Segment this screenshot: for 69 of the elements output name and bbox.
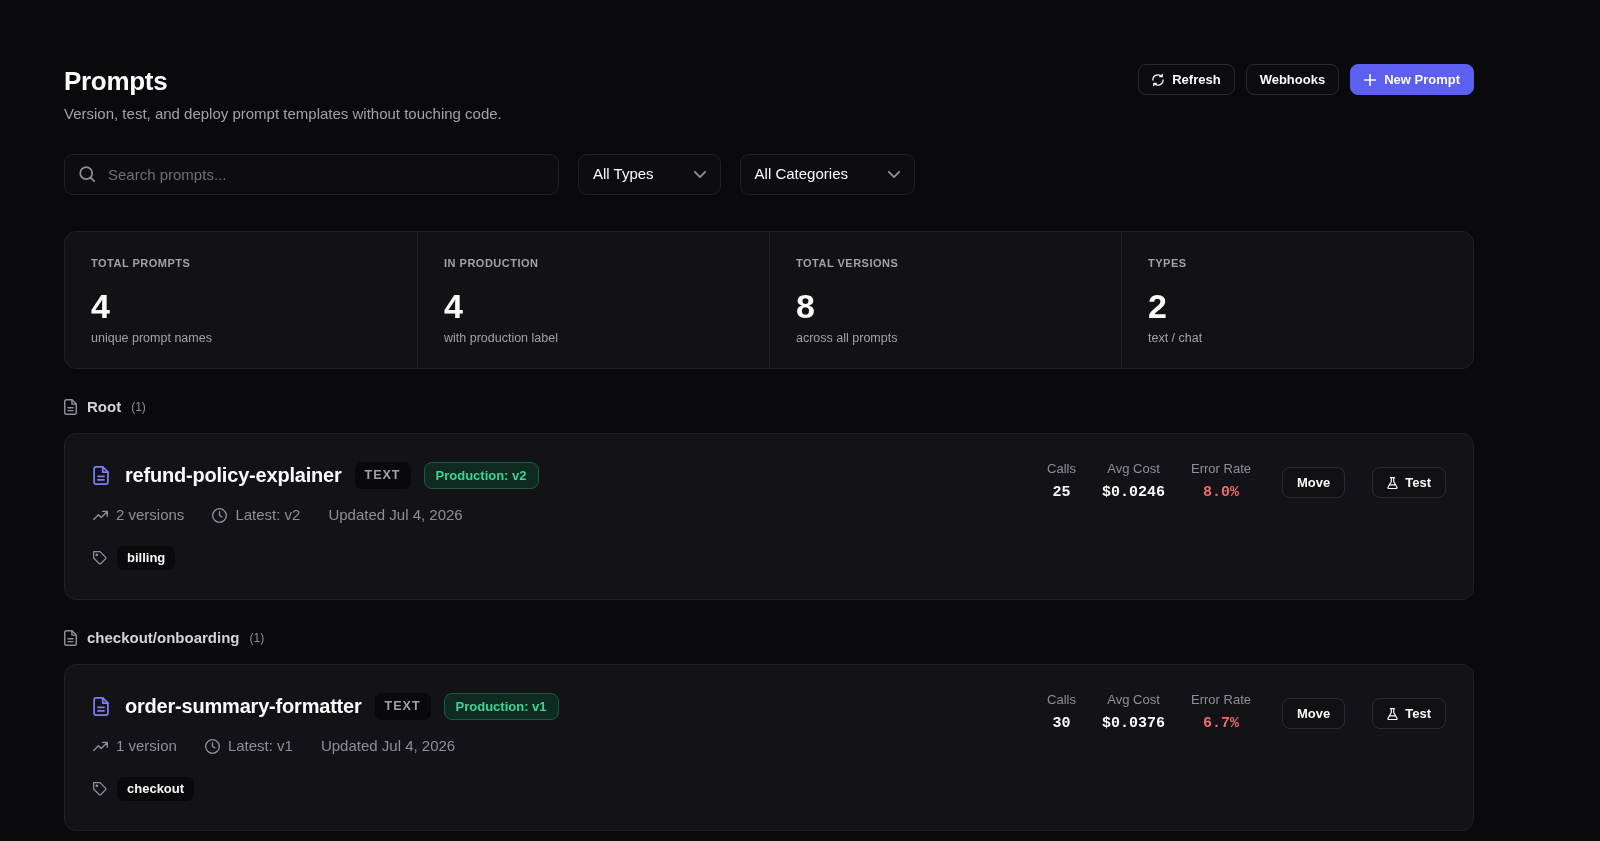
group-name: checkout/onboarding — [87, 628, 240, 648]
metric-value: 6.7% — [1203, 714, 1239, 734]
document-icon — [93, 696, 109, 716]
tag-chip[interactable]: billing — [117, 546, 176, 570]
version-count: 1 version — [116, 736, 177, 756]
metric-value: 25 — [1052, 483, 1071, 503]
stat-label: TOTAL VERSIONS — [796, 256, 899, 270]
metric-label: Error Rate — [1191, 461, 1251, 477]
tag-icon — [93, 551, 107, 565]
stat-caption: text / chat — [1148, 330, 1203, 346]
updated-date: Updated Jul 4, 2026 — [328, 505, 463, 525]
metric-value: $0.0246 — [1102, 483, 1166, 503]
filter-dropdown[interactable]: All Types — [578, 154, 721, 195]
latest-version: Latest: v2 — [235, 505, 301, 525]
prompt-name[interactable]: order-summary-formatter — [125, 692, 362, 720]
page-title: Prompts — [64, 65, 168, 98]
filter-dropdown[interactable]: All Categories — [739, 154, 915, 195]
document-icon — [93, 465, 109, 485]
plus-icon — [1364, 73, 1377, 86]
refresh-icon — [1152, 73, 1165, 86]
metric-label: Calls — [1047, 461, 1076, 477]
metric-value: $0.0376 — [1102, 714, 1166, 734]
type-badge: TEXT — [374, 692, 431, 720]
page-subtitle: Version, test, and deploy prompt templates without touching code. — [64, 104, 502, 124]
flask-icon — [1387, 476, 1399, 489]
clock-icon — [204, 738, 220, 754]
stat-value: 2 — [1148, 288, 1167, 324]
group-name: Root — [87, 397, 122, 417]
type-badge: TEXT — [354, 461, 411, 489]
stat-value: 4 — [444, 288, 463, 324]
stat-value: 8 — [796, 288, 815, 324]
stat-caption: with production label — [444, 330, 558, 346]
group-count: (1) — [131, 399, 146, 416]
group-count: (1) — [249, 630, 265, 647]
version-count: 2 versions — [116, 505, 185, 525]
chevron-down-icon — [693, 171, 706, 178]
tag-icon — [93, 782, 107, 796]
search-icon — [79, 166, 95, 182]
chevron-down-icon — [888, 171, 900, 178]
stat-label: TYPES — [1148, 256, 1187, 270]
stat-caption: unique prompt names — [91, 330, 212, 346]
new-prompt-button[interactable]: New Prompt — [1350, 64, 1474, 95]
clock-icon — [212, 507, 228, 523]
webhooks-button[interactable]: Webhooks — [1245, 64, 1340, 95]
document-icon — [64, 630, 77, 646]
tag-chip[interactable]: checkout — [117, 777, 195, 801]
metric-value: 8.0% — [1203, 483, 1239, 503]
metric-label: Avg Cost — [1107, 692, 1160, 708]
flask-icon — [1387, 707, 1399, 720]
stat-label: IN PRODUCTION — [444, 256, 539, 270]
metric-value: 30 — [1052, 714, 1071, 734]
prompt-name[interactable]: refund-policy-explainer — [125, 461, 342, 489]
move-button[interactable]: Move — [1282, 467, 1346, 498]
move-button[interactable]: Move — [1282, 698, 1346, 729]
stat-value: 4 — [91, 288, 110, 324]
production-badge: Production: v1 — [443, 692, 559, 720]
refresh-button[interactable]: Refresh — [1138, 64, 1235, 95]
search-field[interactable]: Search prompts... — [64, 154, 559, 195]
metric-label: Error Rate — [1191, 692, 1251, 708]
updated-date: Updated Jul 4, 2026 — [320, 736, 456, 756]
stat-caption: across all prompts — [796, 330, 898, 346]
test-button[interactable]: Test — [1372, 698, 1446, 729]
metric-label: Calls — [1047, 692, 1076, 708]
test-button[interactable]: Test — [1372, 467, 1446, 498]
production-badge: Production: v2 — [423, 461, 539, 489]
stat-label: TOTAL PROMPTS — [91, 256, 191, 270]
metric-label: Avg Cost — [1107, 461, 1160, 477]
latest-version: Latest: v1 — [227, 736, 293, 756]
document-icon — [64, 399, 77, 415]
